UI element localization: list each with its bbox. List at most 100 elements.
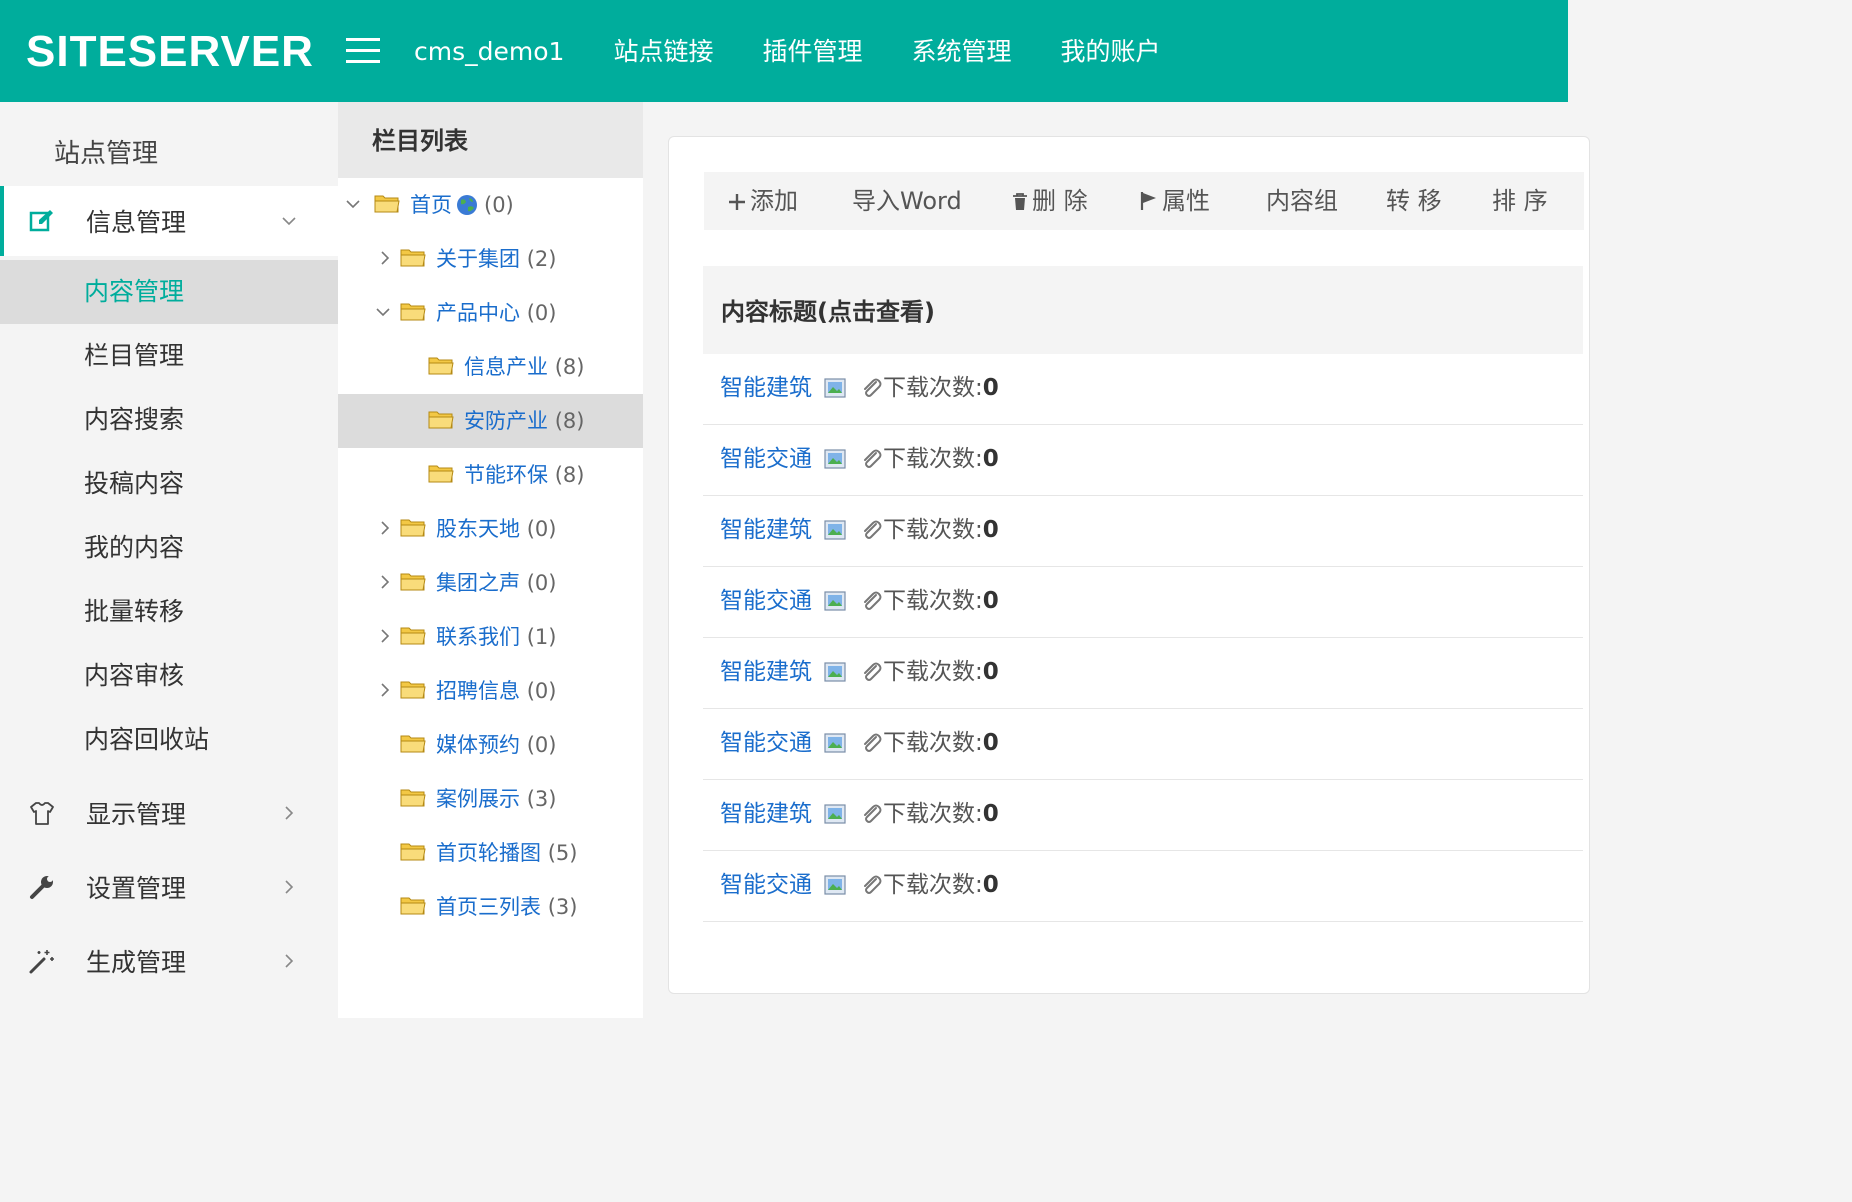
tree-node-label[interactable]: 案例展示 (3) bbox=[436, 780, 556, 818]
tree-node-label[interactable]: 首页 (0) bbox=[410, 186, 514, 224]
sort-button[interactable]: 排 序 bbox=[1492, 182, 1548, 220]
nav-site-links[interactable]: 站点链接 bbox=[613, 30, 713, 74]
chevron-down-icon bbox=[282, 217, 296, 226]
sidebar-group-display[interactable]: 显示管理 bbox=[0, 778, 338, 848]
import-word-button[interactable]: 导入Word bbox=[852, 182, 962, 220]
nav-site-cms-demo1[interactable]: cms_demo1 bbox=[414, 30, 564, 74]
download-count: 下载次数:0 bbox=[883, 583, 999, 619]
tree-node-count: (8) bbox=[554, 355, 585, 379]
tree-node-name: 首页轮播图 bbox=[436, 841, 541, 865]
content-title-link[interactable]: 智能交通 bbox=[720, 583, 812, 619]
sidebar-group-label: 显示管理 bbox=[86, 800, 187, 829]
tree-node-label[interactable]: 首页轮播图 (5) bbox=[436, 834, 577, 872]
delete-button[interactable]: 删 除 bbox=[1012, 182, 1088, 220]
sidebar-group-label: 设置管理 bbox=[86, 874, 187, 903]
content-title-link[interactable]: 智能建筑 bbox=[720, 796, 812, 832]
add-button[interactable]: 添加 bbox=[728, 182, 798, 220]
sidebar-item-label: 内容审核 bbox=[84, 661, 185, 690]
tree-node[interactable]: 媒体预约 (0) bbox=[338, 718, 643, 772]
content-group-button[interactable]: 内容组 bbox=[1266, 182, 1338, 220]
tree-node-label[interactable]: 招聘信息 (0) bbox=[436, 672, 556, 710]
tree-node-label[interactable]: 股东天地 (0) bbox=[436, 510, 556, 548]
tree-node[interactable]: 首页三列表 (3) bbox=[338, 880, 643, 934]
content-title-link[interactable]: 智能交通 bbox=[720, 441, 812, 477]
tree-node-label[interactable]: 节能环保 (8) bbox=[464, 456, 584, 494]
properties-button[interactable]: 属性 bbox=[1140, 182, 1210, 220]
tree-node[interactable]: 首页轮播图 (5) bbox=[338, 826, 643, 880]
chevron-down-icon[interactable] bbox=[346, 197, 360, 211]
chevron-right-icon[interactable] bbox=[378, 629, 392, 643]
sidebar-item-label: 我的内容 bbox=[84, 533, 185, 562]
tree-node[interactable]: 招聘信息 (0) bbox=[338, 664, 643, 718]
import-word-label: 导入Word bbox=[852, 187, 962, 215]
tree-node[interactable]: 关于集团 (2) bbox=[338, 232, 643, 286]
sidebar-group-settings[interactable]: 设置管理 bbox=[0, 852, 338, 922]
content-title-link[interactable]: 智能交通 bbox=[720, 867, 812, 903]
tree-node-label[interactable]: 集团之声 (0) bbox=[436, 564, 556, 602]
tree-node[interactable]: 信息产业 (8) bbox=[338, 340, 643, 394]
tree-node[interactable]: 集团之声 (0) bbox=[338, 556, 643, 610]
tree-node-label[interactable]: 联系我们 (1) bbox=[436, 618, 556, 656]
folder-icon bbox=[400, 249, 426, 267]
content-title-link[interactable]: 智能建筑 bbox=[720, 654, 812, 690]
sidebar-item-submissions[interactable]: 投稿内容 bbox=[0, 452, 338, 516]
folder-icon bbox=[400, 519, 426, 537]
nav-plugin-management[interactable]: 插件管理 bbox=[762, 30, 862, 74]
download-label: 下载次数: bbox=[883, 730, 983, 756]
tree-node[interactable]: 股东天地 (0) bbox=[338, 502, 643, 556]
tree-node-name: 集团之声 bbox=[436, 571, 520, 595]
table-header-title: 内容标题(点击查看) bbox=[721, 298, 935, 326]
chevron-right-icon[interactable] bbox=[378, 521, 392, 535]
tree-node-count: (0) bbox=[526, 301, 557, 325]
tree-node-count: (5) bbox=[547, 841, 578, 865]
tree-node[interactable]: 首页 (0) bbox=[338, 178, 643, 232]
sidebar-item-column-management[interactable]: 栏目管理 bbox=[0, 324, 338, 388]
content-title-link[interactable]: 智能建筑 bbox=[720, 512, 812, 548]
content-title-link[interactable]: 智能交通 bbox=[720, 725, 812, 761]
sidebar-item-content-search[interactable]: 内容搜索 bbox=[0, 388, 338, 452]
table-row: 智能交通 下载次数:0 bbox=[703, 425, 1583, 496]
chevron-down-icon[interactable] bbox=[376, 305, 390, 319]
folder-icon bbox=[400, 789, 426, 807]
tree-node[interactable]: 联系我们 (1) bbox=[338, 610, 643, 664]
download-label: 下载次数: bbox=[883, 659, 983, 685]
sidebar-item-my-content[interactable]: 我的内容 bbox=[0, 516, 338, 580]
sidebar-item-recycle-bin[interactable]: 内容回收站 bbox=[0, 708, 338, 772]
chevron-right-icon[interactable] bbox=[378, 251, 392, 265]
tree-node-label[interactable]: 媒体预约 (0) bbox=[436, 726, 556, 764]
tree-node-name: 首页 bbox=[410, 193, 452, 217]
sidebar-item-content-management[interactable]: 内容管理 bbox=[0, 260, 338, 324]
tree-node-name: 股东天地 bbox=[436, 517, 520, 541]
download-count: 下载次数:0 bbox=[883, 867, 999, 903]
tree-node-label[interactable]: 信息产业 (8) bbox=[464, 348, 584, 386]
chevron-right-icon[interactable] bbox=[378, 575, 392, 589]
sidebar-item-batch-transfer[interactable]: 批量转移 bbox=[0, 580, 338, 644]
transfer-button[interactable]: 转 移 bbox=[1386, 182, 1442, 220]
tree-node-label[interactable]: 首页三列表 (3) bbox=[436, 888, 577, 926]
content-toolbar: 添加 导入Word 删 除 属性 内容组 转 移 排 序 bbox=[704, 172, 1584, 230]
tree-node[interactable]: 产品中心 (0) bbox=[338, 286, 643, 340]
download-label: 下载次数: bbox=[883, 517, 983, 543]
nav-my-account[interactable]: 我的账户 bbox=[1060, 30, 1160, 74]
image-icon bbox=[824, 804, 846, 824]
sidebar-item-content-review[interactable]: 内容审核 bbox=[0, 644, 338, 708]
nav-system-management[interactable]: 系统管理 bbox=[911, 30, 1011, 74]
menu-toggle-icon[interactable] bbox=[346, 38, 380, 64]
sidebar-group-generate[interactable]: 生成管理 bbox=[0, 926, 338, 996]
paperclip-icon bbox=[864, 449, 882, 468]
tree-node-label[interactable]: 关于集团 (2) bbox=[436, 240, 556, 278]
tree-node-label[interactable]: 产品中心 (0) bbox=[436, 294, 556, 332]
folder-icon bbox=[428, 465, 454, 483]
tree-node[interactable]: 案例展示 (3) bbox=[338, 772, 643, 826]
tree-node-label[interactable]: 安防产业 (8) bbox=[464, 402, 584, 440]
shirt-icon bbox=[30, 802, 54, 825]
sidebar-group-info[interactable]: 信息管理 bbox=[0, 186, 338, 256]
chevron-right-icon[interactable] bbox=[378, 683, 392, 697]
folder-icon bbox=[428, 411, 454, 429]
tree-node[interactable]: 节能环保 (8) bbox=[338, 448, 643, 502]
siteserver-logo[interactable]: SITESERVER bbox=[26, 22, 314, 82]
content-title-link[interactable]: 智能建筑 bbox=[720, 370, 812, 406]
tree-node[interactable]: 安防产业 (8) bbox=[338, 394, 643, 448]
image-icon bbox=[824, 662, 846, 682]
tree-node-name: 媒体预约 bbox=[436, 733, 520, 757]
